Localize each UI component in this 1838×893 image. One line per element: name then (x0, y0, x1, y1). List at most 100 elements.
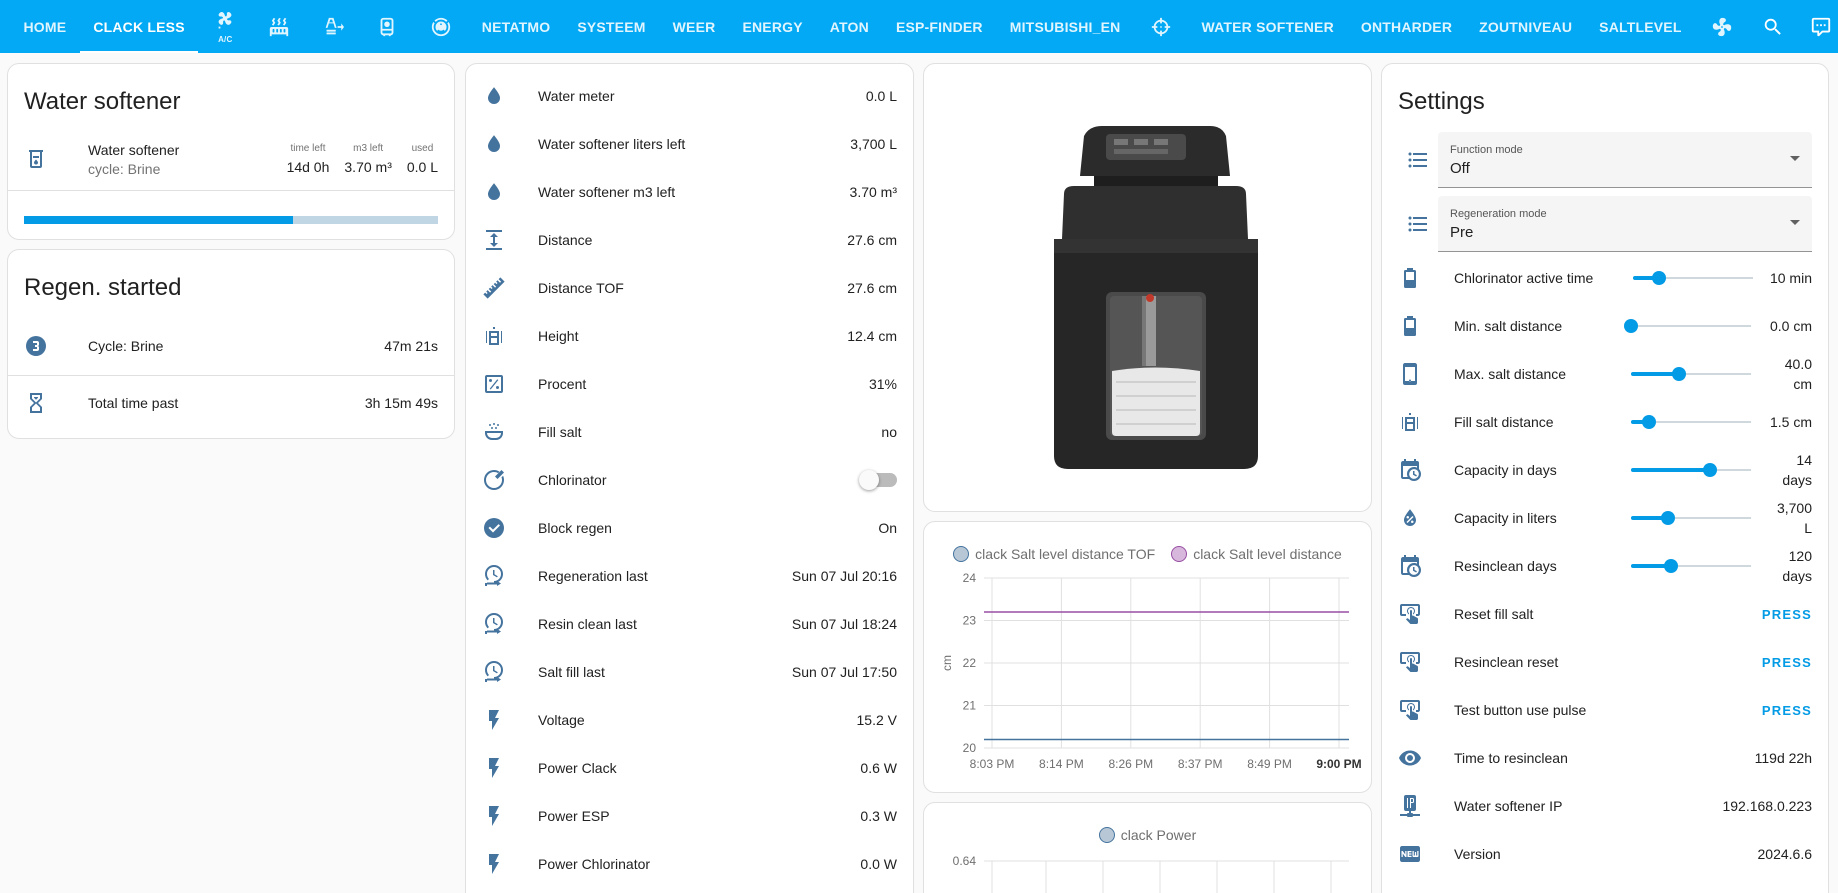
press-button[interactable]: PRESS (1754, 647, 1820, 678)
slider-thumb[interactable] (1672, 367, 1686, 381)
salt-level-chart[interactable]: 24 23 22 21 20 8:03 PM 8:14 PM 8:26 PM 8:37 PM 8:… (924, 522, 1372, 793)
info-row-water-softener-ip[interactable]: Water softener IP 192.168.0.223 (1398, 786, 1812, 826)
entity-row-water-softener-m3-left[interactable]: Water softener m3 left 3.70 m³ (482, 172, 897, 212)
slider[interactable] (1633, 268, 1753, 288)
tab-radiator[interactable] (252, 0, 306, 53)
tab-water-boiler[interactable] (360, 0, 414, 53)
entity-label: Water softener m3 left (538, 184, 676, 200)
legend-label: clack Salt level distance TOF (975, 546, 1156, 562)
chart-legend: clack Salt level distance TOF clack Salt… (924, 546, 1371, 562)
slider-row-max-salt-distance: Max. salt distance 40.0 cm (1398, 354, 1812, 394)
legend-item[interactable]: clack Power (1098, 827, 1196, 843)
slider-thumb[interactable] (1652, 271, 1667, 285)
water-softener-picture-card[interactable] (923, 63, 1372, 512)
info-row-version[interactable]: Version 2024.6.6 (1398, 834, 1812, 874)
entity-row-distance-tof[interactable]: Distance TOF 27.6 cm (482, 268, 897, 308)
tab-air-conditioner[interactable]: A/C (198, 0, 252, 53)
entity-label: Distance (538, 232, 593, 248)
slider[interactable] (1631, 412, 1751, 432)
total-time-row[interactable]: Total time past 3h 15m 49s (24, 379, 438, 427)
slider-thumb[interactable] (1703, 463, 1718, 477)
percent-box-icon (482, 372, 522, 396)
calendar-clock-icon (1398, 554, 1438, 578)
regeneration-mode-select[interactable]: Regeneration mode Pre (1438, 196, 1812, 252)
water-softener-entity-row[interactable]: Water softener cycle: Brine time left 14d… (24, 134, 438, 184)
entity-value: 12.4 cm (847, 328, 897, 344)
entity-row-voltage[interactable]: Voltage 15.2 V (482, 700, 897, 740)
assist-button[interactable] (1797, 3, 1838, 51)
info-label: Version (1454, 846, 1501, 862)
entity-row-distance[interactable]: Distance 27.6 cm (482, 220, 897, 260)
tab-mitsubishi-en[interactable]: MITSUBISHI_EN (996, 0, 1134, 53)
tab-fan[interactable] (1695, 0, 1749, 53)
clock-end-icon (482, 660, 522, 684)
slider-thumb[interactable] (1624, 319, 1638, 333)
tab-clack-less[interactable]: CLACK LESS (79, 0, 199, 53)
tab-energy[interactable]: ENERGY (729, 0, 816, 53)
tab-sub-label: A/C (218, 35, 233, 44)
tab-aton[interactable]: ATON (816, 0, 882, 53)
entity-row-power-chlorinator[interactable]: Power Chlorinator 0.0 W (482, 844, 897, 884)
entity-row-power-clack[interactable]: Power Clack 0.6 W (482, 748, 897, 788)
x-tick-label: 8:14 PM (1039, 757, 1084, 771)
slider-thumb[interactable] (1663, 559, 1678, 573)
entity-row-water-meter[interactable]: Water meter 0.0 L (482, 76, 897, 116)
entity-row-power-esp[interactable]: Power ESP 0.3 W (482, 796, 897, 836)
select-label: Function mode (1450, 144, 1523, 156)
tab-label: CLACK LESS (93, 18, 185, 35)
tab-label: WATER SOFTENER (1201, 18, 1334, 35)
y-tick-label: 24 (963, 571, 977, 585)
entity-row-salt-fill-last[interactable]: Salt fill last Sun 07 Jul 17:50 (482, 652, 897, 692)
entity-value: Sun 07 Jul 18:24 (791, 616, 897, 632)
y-tick-label: 20 (963, 741, 977, 755)
slider-row-min-salt-distance: Min. salt distance 0.0 cm (1398, 306, 1812, 346)
tab-home[interactable]: HOME (10, 0, 80, 53)
electric-switch-icon (482, 468, 522, 492)
x-tick-label: 8:26 PM (1108, 757, 1153, 771)
clock-end-icon (482, 564, 522, 588)
tab-transmission-tower-export[interactable] (306, 0, 360, 53)
press-button[interactable]: PRESS (1754, 599, 1820, 630)
tab-systeem[interactable]: SYSTEEM (564, 0, 659, 53)
cycle-row[interactable]: Cycle: Brine 47m 21s (24, 322, 438, 370)
entity-row-fill-salt[interactable]: Fill salt no (482, 412, 897, 452)
entity-row-resin-clean-last[interactable]: Resin clean last Sun 07 Jul 18:24 (482, 604, 897, 644)
radiator-icon (268, 16, 290, 38)
tab-zoutniveau[interactable]: ZOUTNIVEAU (1466, 0, 1586, 53)
entity-value: 27.6 cm (847, 232, 897, 248)
ruler-icon (482, 276, 522, 300)
function-mode-select[interactable]: Function mode Off (1438, 132, 1812, 188)
entity-row-water-softener-liters-left[interactable]: Water softener liters left 3,700 L (482, 124, 897, 164)
entity-row-height[interactable]: Height 12.4 cm (482, 316, 897, 356)
slider[interactable] (1631, 364, 1751, 384)
press-button[interactable]: PRESS (1754, 695, 1820, 726)
timer-sand-icon (24, 391, 64, 415)
tab-netatmo[interactable]: NETATMO (468, 0, 564, 53)
search-button[interactable] (1749, 3, 1797, 51)
power-chart[interactable]: 0.64 (924, 803, 1372, 893)
tab-robot-vacuum[interactable] (414, 0, 468, 53)
tab-saltlevel[interactable]: SALTLEVEL (1586, 0, 1695, 53)
tab-weer[interactable]: WEER (659, 0, 729, 53)
entity-row-regeneration-last[interactable]: Regeneration last Sun 07 Jul 20:16 (482, 556, 897, 596)
slider[interactable] (1624, 316, 1751, 336)
info-row-time-to-resinclean[interactable]: Time to resinclean 119d 22h (1398, 738, 1812, 778)
stat-value: 0.0 L (406, 159, 438, 175)
slider[interactable] (1631, 460, 1751, 480)
slider[interactable] (1631, 556, 1751, 576)
entity-row-procent[interactable]: Procent 31% (482, 364, 897, 404)
slider[interactable] (1631, 508, 1751, 528)
entity-row-block-regen[interactable]: Block regen On (482, 508, 897, 548)
tab-ontharder[interactable]: ONTHARDER (1347, 0, 1465, 53)
tab-esp-finder[interactable]: ESP-FINDER (882, 0, 996, 53)
gesture-tap-button-icon (1398, 698, 1438, 722)
legend-swatch (1098, 827, 1115, 843)
entity-row-chlorinator[interactable]: Chlorinator (482, 460, 897, 500)
slider-thumb[interactable] (1661, 511, 1676, 525)
tab-water-softener[interactable]: WATER SOFTENER (1188, 0, 1347, 53)
tab-target[interactable] (1134, 0, 1188, 53)
slider-thumb[interactable] (1642, 415, 1656, 429)
legend-item[interactable]: clack Salt level distance (1171, 546, 1342, 562)
legend-item[interactable]: clack Salt level distance TOF (953, 546, 1155, 562)
chlorinator-toggle[interactable] (859, 470, 897, 490)
